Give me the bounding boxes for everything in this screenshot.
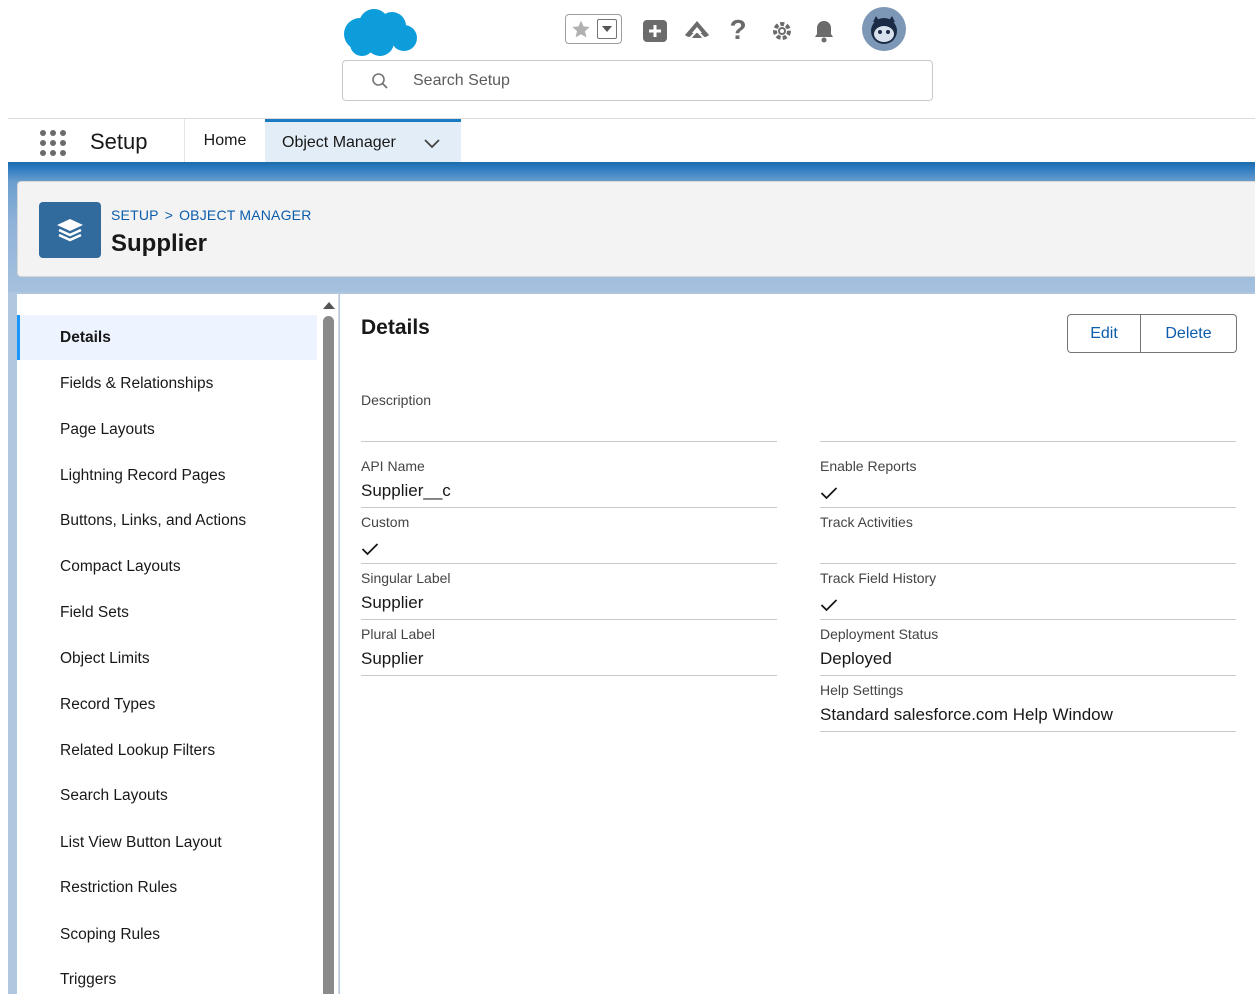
chevron-down-icon[interactable]: [423, 136, 441, 150]
field-label: Custom: [361, 514, 410, 530]
field-label: Deployment Status: [820, 626, 939, 642]
help-icon[interactable]: ?: [725, 14, 751, 46]
tab-object-manager[interactable]: Object Manager: [265, 119, 461, 163]
search-icon: [372, 73, 388, 89]
user-avatar[interactable]: [861, 6, 907, 52]
field-help-settings: Help Settings Standard salesforce.com He…: [820, 676, 1236, 732]
trailhead-icon[interactable]: [682, 18, 712, 44]
sidebar-item-lightning-record-pages[interactable]: Lightning Record Pages: [17, 453, 317, 498]
breadcrumb-setup[interactable]: SETUP: [111, 207, 159, 223]
field-label: Enable Reports: [820, 458, 917, 474]
field-value: Supplier: [361, 649, 424, 668]
breadcrumb-object-manager[interactable]: OBJECT MANAGER: [179, 207, 311, 223]
sidebar-item-details[interactable]: Details: [17, 315, 317, 360]
field-label: Description: [361, 392, 432, 408]
checkmark-icon: [820, 599, 838, 612]
field-enable-reports: Enable Reports: [820, 452, 1236, 508]
app-nav-bar: Setup Home Object Manager: [8, 118, 1255, 164]
sidebar-item-fields-relationships[interactable]: Fields & Relationships: [17, 361, 317, 406]
sidebar-item-object-limits[interactable]: Object Limits: [17, 636, 317, 681]
notifications-bell-icon[interactable]: [811, 18, 837, 44]
sidebar-item-restriction-rules[interactable]: Restriction Rules: [17, 865, 317, 910]
checkmark-icon: [820, 487, 838, 500]
sidebar-item-compact-layouts[interactable]: Compact Layouts: [17, 544, 317, 589]
field-label: Singular Label: [361, 570, 451, 586]
field-label: API Name: [361, 458, 425, 474]
page-title: Supplier: [111, 230, 208, 257]
sidebar-item-field-sets[interactable]: Field Sets: [17, 590, 317, 635]
divider: [820, 441, 1236, 442]
app-launcher-icon[interactable]: [38, 128, 68, 158]
breadcrumb-separator: >: [164, 207, 174, 223]
setup-gear-icon[interactable]: [768, 18, 796, 44]
salesforce-cloud-logo[interactable]: [340, 6, 420, 58]
breadcrumb: SETUP > OBJECT MANAGER: [111, 207, 312, 223]
details-panel: Details Edit Delete Description API Name…: [340, 294, 1255, 994]
sidebar-item-related-lookup-filters[interactable]: Related Lookup Filters: [17, 728, 317, 773]
edit-button[interactable]: Edit: [1068, 315, 1141, 352]
details-title: Details: [361, 316, 430, 339]
global-actions-icon[interactable]: [641, 18, 669, 44]
field-label: Track Activities: [820, 514, 913, 530]
field-deployment-status: Deployment Status Deployed: [820, 620, 1236, 676]
object-header: SETUP > OBJECT MANAGER Supplier: [17, 181, 1255, 277]
app-name: Setup: [90, 129, 148, 154]
global-header: ?: [0, 0, 1255, 118]
delete-button[interactable]: Delete: [1141, 315, 1236, 352]
field-label: Track Field History: [820, 570, 937, 586]
field-custom: Custom: [361, 508, 777, 564]
sidebar-item-scoping-rules[interactable]: Scoping Rules: [17, 912, 317, 957]
scrollbar-thumb[interactable]: [323, 316, 334, 994]
sidebar-item-list-view-button-layout[interactable]: List View Button Layout: [17, 820, 317, 865]
sidebar-item-search-layouts[interactable]: Search Layouts: [17, 773, 317, 818]
field-track-field-history: Track Field History: [820, 564, 1236, 620]
tab-home[interactable]: Home: [185, 119, 265, 163]
tab-object-manager-label: Object Manager: [282, 133, 396, 151]
field-singular-label: Singular Label Supplier: [361, 564, 777, 620]
field-plural-label: Plural Label Supplier: [361, 620, 777, 676]
field-description: Description: [361, 362, 777, 442]
field-value: Standard salesforce.com Help Window: [820, 705, 1113, 724]
field-value: Supplier__c: [361, 481, 451, 500]
sidebar-item-buttons-links-actions[interactable]: Buttons, Links, and Actions: [17, 498, 317, 543]
scroll-up-arrow-icon[interactable]: [323, 302, 335, 309]
sidebar-item-record-types[interactable]: Record Types: [17, 682, 317, 727]
favorites-dropdown-icon[interactable]: [597, 19, 617, 39]
sidebar-item-triggers[interactable]: Triggers: [17, 957, 317, 1002]
field-track-activities: Track Activities: [820, 508, 1236, 564]
search-input[interactable]: [413, 69, 913, 93]
favorites-group: [565, 14, 622, 44]
sidebar-item-page-layouts[interactable]: Page Layouts: [17, 407, 317, 452]
favorites-star-icon[interactable]: [566, 15, 596, 43]
details-actions: Edit Delete: [1067, 314, 1237, 353]
field-value: Deployed: [820, 649, 892, 668]
search-box[interactable]: [342, 60, 933, 101]
checkmark-icon: [361, 543, 379, 556]
field-label: Help Settings: [820, 682, 904, 698]
field-api-name: API Name Supplier__c: [361, 452, 777, 508]
field-value: Supplier: [361, 593, 424, 612]
field-label: Plural Label: [361, 626, 435, 642]
object-sidebar: Details Fields & Relationships Page Layo…: [17, 294, 339, 994]
object-layers-icon: [39, 202, 101, 258]
